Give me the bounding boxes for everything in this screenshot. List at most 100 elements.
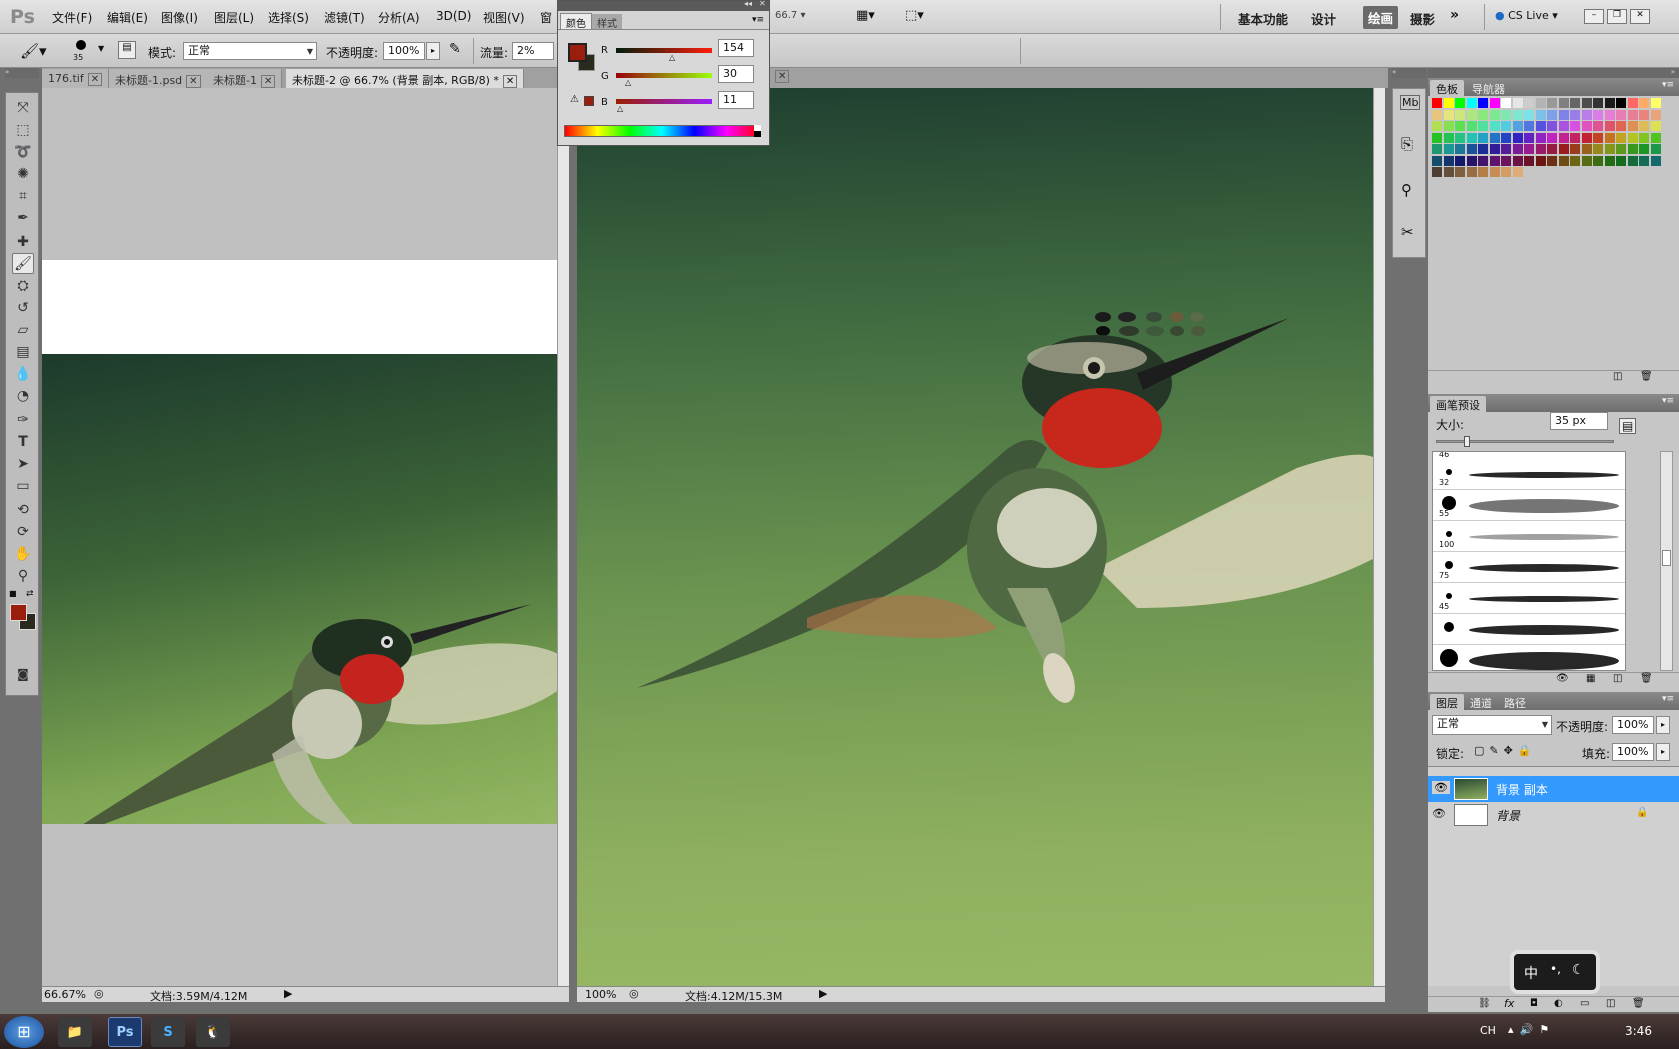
color-swatch[interactable] xyxy=(1581,121,1592,131)
color-swatch[interactable] xyxy=(1616,109,1626,120)
vertical-scrollbar[interactable] xyxy=(1373,88,1385,1002)
color-swatch[interactable] xyxy=(1524,121,1534,131)
clone-stamp-tool-icon[interactable]: ⛭ xyxy=(12,275,34,296)
color-swatch[interactable] xyxy=(1535,132,1546,143)
brush-size-input[interactable]: 35 px xyxy=(1550,412,1608,430)
cs-live-button[interactable]: ● CS Live ▾ xyxy=(1495,9,1558,22)
color-swatch[interactable] xyxy=(1432,167,1442,177)
doc-tab-4[interactable]: 未标题-2 @ 66.7% (背景 副本, RGB/8) * ✕ xyxy=(286,69,525,88)
color-swatch[interactable] xyxy=(1432,144,1442,154)
color-swatch[interactable] xyxy=(1650,144,1661,154)
zoom-level[interactable]: 66.67% xyxy=(44,988,86,1001)
color-swatch[interactable] xyxy=(1512,98,1523,108)
painting-canvas[interactable] xyxy=(577,88,1373,986)
color-swatch[interactable] xyxy=(1466,144,1477,154)
color-swatch[interactable] xyxy=(1512,167,1523,177)
dodge-tool-icon[interactable]: ◔ xyxy=(12,385,34,406)
color-swatch[interactable] xyxy=(1501,98,1511,108)
swatch-grid[interactable] xyxy=(1432,98,1668,238)
color-swatch[interactable] xyxy=(1604,132,1615,143)
flow-input[interactable]: 2% xyxy=(512,42,554,60)
3d-rotate-tool-icon[interactable]: ⟲ xyxy=(12,499,34,520)
color-swatch[interactable] xyxy=(1627,155,1638,166)
tool-presets-icon[interactable]: ✂ xyxy=(1401,223,1414,241)
lasso-tool-icon[interactable]: ➰ xyxy=(12,141,34,162)
color-swatch[interactable] xyxy=(1455,144,1465,154)
tab-layers[interactable]: 图层 xyxy=(1430,694,1464,710)
layer-opacity-slider-button[interactable]: ▸ xyxy=(1656,716,1670,734)
foreground-color-swatch[interactable] xyxy=(568,43,587,62)
ime-toolbar[interactable]: 中 •, ☾ xyxy=(1510,950,1600,994)
color-swatch[interactable] xyxy=(1489,109,1500,120)
clock[interactable]: 3:46 xyxy=(1625,1024,1652,1038)
color-swatch[interactable] xyxy=(1627,109,1638,120)
color-swatch[interactable] xyxy=(1547,109,1557,120)
dock-collapse-icon[interactable]: » xyxy=(1428,68,1679,78)
doc-tab-1[interactable]: 176.tif ✕ xyxy=(42,69,110,88)
color-swatch[interactable] xyxy=(1535,98,1546,108)
brush-preset-item[interactable]: 100 xyxy=(1433,522,1625,552)
b-input[interactable]: 11 xyxy=(718,91,754,109)
color-swatch[interactable] xyxy=(1466,132,1477,143)
language-indicator[interactable]: CH xyxy=(1480,1024,1496,1037)
quick-mask-icon[interactable]: ◙ xyxy=(12,663,34,684)
brush-panel-icon[interactable]: ▤ xyxy=(1619,418,1637,434)
color-swatch[interactable] xyxy=(1581,155,1592,166)
color-swatch[interactable] xyxy=(1489,132,1500,143)
close-button[interactable]: ✕ xyxy=(1630,9,1650,24)
menu-filter[interactable]: 滤镜(T) xyxy=(324,9,365,26)
panel-title-bar[interactable]: ◂◂ ✕ xyxy=(558,0,769,11)
color-swatch[interactable] xyxy=(1478,144,1488,154)
pen-tool-icon[interactable]: ✑ xyxy=(12,409,34,430)
color-swatch[interactable] xyxy=(1535,109,1546,120)
color-swatch[interactable] xyxy=(1604,98,1615,108)
mode-select[interactable]: 正常 xyxy=(183,42,317,60)
color-swatch[interactable] xyxy=(1547,144,1557,154)
ime-mode-label[interactable]: 中 xyxy=(1524,963,1538,983)
color-swatch[interactable] xyxy=(1604,155,1615,166)
icon-strip-collapse-icon[interactable]: « xyxy=(1392,68,1426,78)
swap-colors-icon[interactable]: ⇄ xyxy=(26,589,34,599)
color-swatch[interactable] xyxy=(1535,121,1546,131)
color-swatch[interactable] xyxy=(1432,109,1442,120)
tab-channels[interactable]: 通道 xyxy=(1464,694,1498,710)
color-swatch[interactable] xyxy=(1593,98,1603,108)
restore-button[interactable]: ❐ xyxy=(1607,9,1627,24)
color-swatch[interactable] xyxy=(1627,144,1638,154)
brush-size-slider-thumb[interactable] xyxy=(1464,436,1470,447)
color-swatch[interactable] xyxy=(1558,109,1569,120)
3d-orbit-tool-icon[interactable]: ⟳ xyxy=(12,521,34,542)
tab-styles[interactable]: 样式 xyxy=(592,14,622,30)
color-swatch[interactable] xyxy=(1535,144,1546,154)
hand-tool-icon[interactable]: ✋ xyxy=(12,543,34,564)
color-swatch[interactable] xyxy=(1466,121,1477,131)
lock-icons[interactable]: ▢✎✥🔒 xyxy=(1474,744,1537,757)
color-swatch[interactable] xyxy=(1570,144,1580,154)
visibility-eye-icon[interactable]: 👁 xyxy=(1432,807,1446,820)
eyedropper-tool-icon[interactable]: ✒ xyxy=(12,207,34,228)
layer-name[interactable]: 背景 xyxy=(1496,807,1520,824)
close-icon[interactable]: ✕ xyxy=(260,75,276,88)
color-swatch[interactable] xyxy=(1581,109,1592,120)
move-tool-icon[interactable]: ⤧ xyxy=(12,97,34,118)
pressure-opacity-icon[interactable]: ✎ xyxy=(449,41,461,57)
menu-file[interactable]: 文件(F) xyxy=(52,9,92,26)
status-menu-icon[interactable]: ◎ xyxy=(94,987,104,1000)
add-mask-icon[interactable]: ◘ xyxy=(1530,998,1538,1009)
vertical-scrollbar[interactable] xyxy=(557,88,569,1002)
new-brush-icon[interactable]: ◫ xyxy=(1613,673,1622,684)
color-swatch[interactable] xyxy=(1455,167,1465,177)
color-swatch[interactable] xyxy=(1524,144,1534,154)
history-brush-tool-icon[interactable]: ↺ xyxy=(12,297,34,318)
color-swatch[interactable] xyxy=(1616,98,1626,108)
color-swatch[interactable] xyxy=(1627,98,1638,108)
color-swatch[interactable] xyxy=(1466,167,1477,177)
blur-tool-icon[interactable]: 💧 xyxy=(12,363,34,384)
minimize-button[interactable]: – xyxy=(1584,9,1604,24)
clone-source-icon[interactable]: ⚲ xyxy=(1401,181,1412,199)
color-swatch[interactable] xyxy=(1650,98,1661,108)
explorer-taskbar-icon[interactable]: 📁 xyxy=(58,1017,92,1047)
path-select-tool-icon[interactable]: ➤ xyxy=(12,453,34,474)
zoom-level[interactable]: 100% xyxy=(585,988,616,1001)
type-tool-icon[interactable]: T xyxy=(12,431,34,452)
